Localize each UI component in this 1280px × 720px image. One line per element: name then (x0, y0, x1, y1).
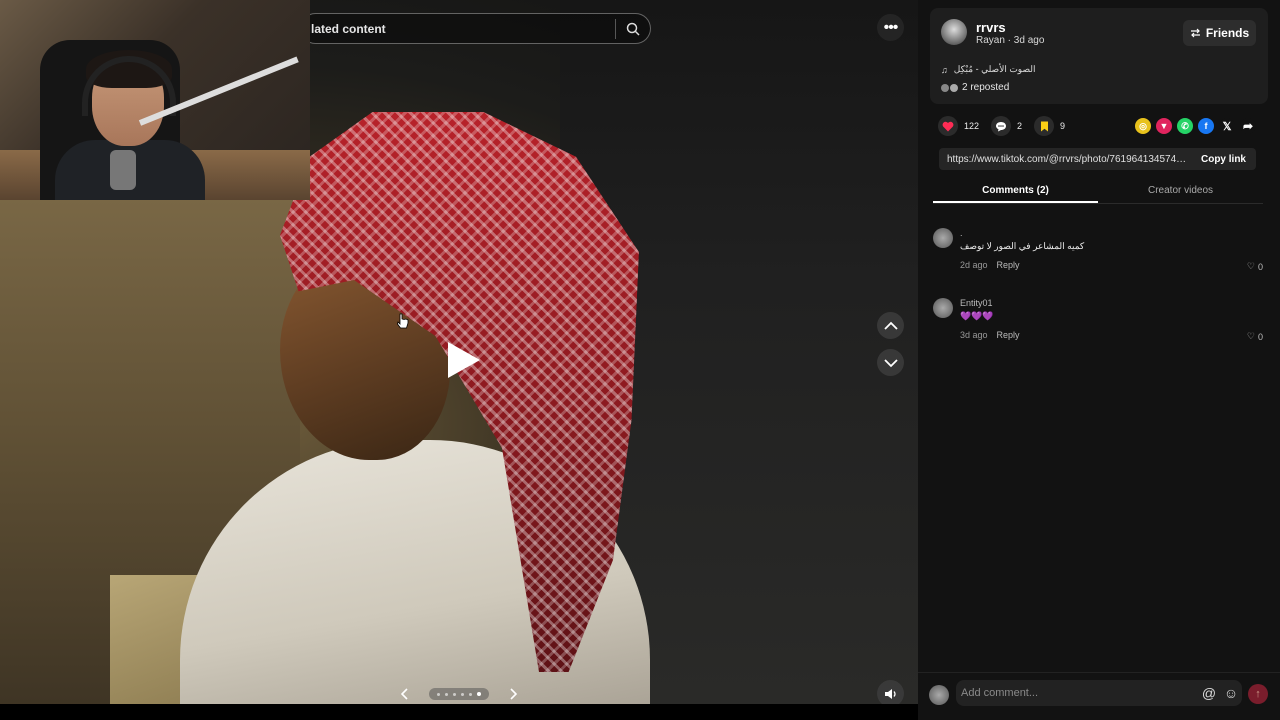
heart-outline-icon[interactable]: ♡ (1247, 331, 1255, 342)
save-action[interactable]: 9 (1034, 116, 1065, 136)
like-action[interactable]: 122 (938, 116, 979, 136)
post-comment-button[interactable]: ↑ (1248, 684, 1268, 704)
more-dots-icon: ••• (883, 18, 899, 36)
commenter-avatar[interactable] (933, 228, 953, 248)
save-count: 9 (1060, 121, 1066, 131)
play-icon (448, 342, 480, 378)
meta-separator: · (1004, 35, 1014, 46)
music-row[interactable]: ♫ الصوت الأصلي - مُبْكِل (941, 64, 1036, 75)
more-options-button[interactable]: ••• (877, 14, 904, 41)
streamer-webcam-overlay (0, 0, 310, 200)
repost-count[interactable]: 2 reposted (962, 82, 1009, 93)
comment-text: 💜💜💜 (960, 311, 994, 321)
friends-label: Friends (1205, 26, 1250, 40)
post-time: 3d ago (1013, 35, 1045, 46)
post-url[interactable]: https://www.tiktok.com/@rrvrs/photo/7619… (939, 154, 1191, 165)
post-link-box: https://www.tiktok.com/@rrvrs/photo/7619… (939, 148, 1256, 170)
chevron-right-icon (510, 688, 517, 700)
music-note-icon: ♫ (941, 64, 948, 75)
mouse-cursor-icon (397, 313, 409, 329)
carousel-dot[interactable] (469, 692, 472, 696)
carousel-dot[interactable] (437, 692, 440, 696)
chevron-down-icon (883, 358, 898, 367)
comment-like[interactable]: ♡ 0 (1247, 331, 1263, 342)
author-username[interactable]: rrvrs (976, 20, 1006, 35)
carousel-dot-active[interactable] (477, 692, 481, 696)
comment-like-count: 0 (1257, 261, 1263, 272)
comment-count: 2 (1017, 121, 1023, 131)
comment-like[interactable]: ♡ 0 (1247, 261, 1263, 272)
swap-arrows-icon (1190, 28, 1200, 38)
comment-item: Entity01 💜💜💜 3d ago Reply ♡ 0 (933, 298, 1265, 344)
author-card: rrvrs Rayan · 3d ago Friends ♫ الصوت الأ… (930, 8, 1268, 104)
repost-share-icon[interactable]: ▼ (1156, 118, 1172, 134)
chevron-left-icon (401, 688, 408, 700)
webcam-microphone (110, 150, 136, 190)
comment-like-count: 0 (1257, 331, 1263, 342)
chevron-up-icon (883, 321, 898, 330)
copy-link-button[interactable]: Copy link (1191, 154, 1256, 165)
details-panel: rrvrs Rayan · 3d ago Friends ♫ الصوت الأ… (918, 0, 1280, 720)
author-avatar[interactable] (941, 19, 967, 45)
comment-time: 2d ago (960, 260, 988, 270)
comment-bubble-icon[interactable] (991, 116, 1012, 136)
comment-meta: 3d ago Reply (960, 330, 1020, 340)
carousel-dot[interactable] (445, 692, 448, 696)
tab-creator-videos[interactable]: Creator videos (1098, 180, 1263, 203)
heart-outline-icon[interactable]: ♡ (1247, 261, 1255, 272)
carousel-dots (429, 688, 489, 700)
carousel-prev-button[interactable] (394, 683, 416, 704)
commenter-avatar[interactable] (933, 298, 953, 318)
carousel-dot[interactable] (453, 692, 456, 696)
action-row: 122 2 9 (938, 116, 1077, 136)
tab-comments[interactable]: Comments (2) (933, 180, 1098, 203)
emoji-icon[interactable]: ☺ (1220, 685, 1242, 701)
comment-action[interactable]: 2 (991, 116, 1022, 136)
repost-avatar (950, 83, 958, 92)
carousel-dot[interactable] (461, 692, 464, 696)
whatsapp-icon[interactable]: ✆ (1177, 118, 1193, 134)
comment-meta: 2d ago Reply (960, 260, 1020, 270)
heart-icon[interactable] (938, 116, 958, 136)
comment-text: كميه المشاعر في الصور لا توصف (960, 241, 1085, 251)
x-icon[interactable]: 𝕏 (1219, 118, 1235, 134)
next-post-button[interactable] (877, 349, 904, 376)
comment-composer: Add comment... @ ☺ ↑ (918, 672, 1280, 714)
music-title[interactable]: الصوت الأصلي - مُبْكِل (954, 64, 1036, 75)
comment-time: 3d ago (960, 330, 988, 340)
commenter-name[interactable]: Entity01 (960, 298, 993, 308)
like-count: 122 (964, 121, 980, 131)
search-bar[interactable]: lated content (300, 13, 651, 44)
author-meta: Rayan · 3d ago (976, 35, 1044, 46)
repost-row[interactable]: 2 reposted (941, 82, 1009, 93)
bookmark-icon[interactable] (1034, 116, 1055, 136)
comment-item: . كميه المشاعر في الصور لا توصف 2d ago R… (933, 228, 1265, 274)
photo-viewer[interactable]: lated content ••• (0, 0, 918, 704)
friends-button[interactable]: Friends (1183, 20, 1256, 46)
search-icon[interactable] (616, 13, 650, 44)
panel-tabs: Comments (2) Creator videos (933, 180, 1263, 204)
facebook-icon[interactable]: f (1198, 118, 1214, 134)
current-user-avatar (929, 685, 949, 705)
app-root: lated content ••• rrvrs Rayan · 3d ago F… (0, 0, 1280, 720)
reply-button[interactable]: Reply (997, 330, 1020, 340)
share-row: ◎ ▼ ✆ f 𝕏 ➦ (1135, 118, 1256, 134)
comment-input[interactable]: Add comment... @ ☺ (956, 680, 1242, 706)
share-arrow-icon[interactable]: ➦ (1240, 118, 1256, 134)
previous-post-button[interactable] (877, 312, 904, 339)
speaker-icon (884, 688, 896, 699)
carousel-next-button[interactable] (502, 683, 524, 704)
commenter-name[interactable]: . (960, 228, 963, 238)
author-display-name[interactable]: Rayan (976, 35, 1005, 46)
search-text[interactable]: lated content (311, 22, 615, 36)
comment-input-placeholder[interactable]: Add comment... (956, 687, 1198, 699)
reply-button[interactable]: Reply (997, 260, 1020, 270)
play-button[interactable] (444, 340, 484, 380)
volume-button[interactable] (877, 680, 904, 704)
repost-avatar (941, 83, 949, 92)
coin-share-icon[interactable]: ◎ (1135, 118, 1151, 134)
mention-icon[interactable]: @ (1198, 685, 1220, 701)
photo-carousel (394, 683, 524, 704)
arrow-up-icon: ↑ (1255, 688, 1261, 700)
